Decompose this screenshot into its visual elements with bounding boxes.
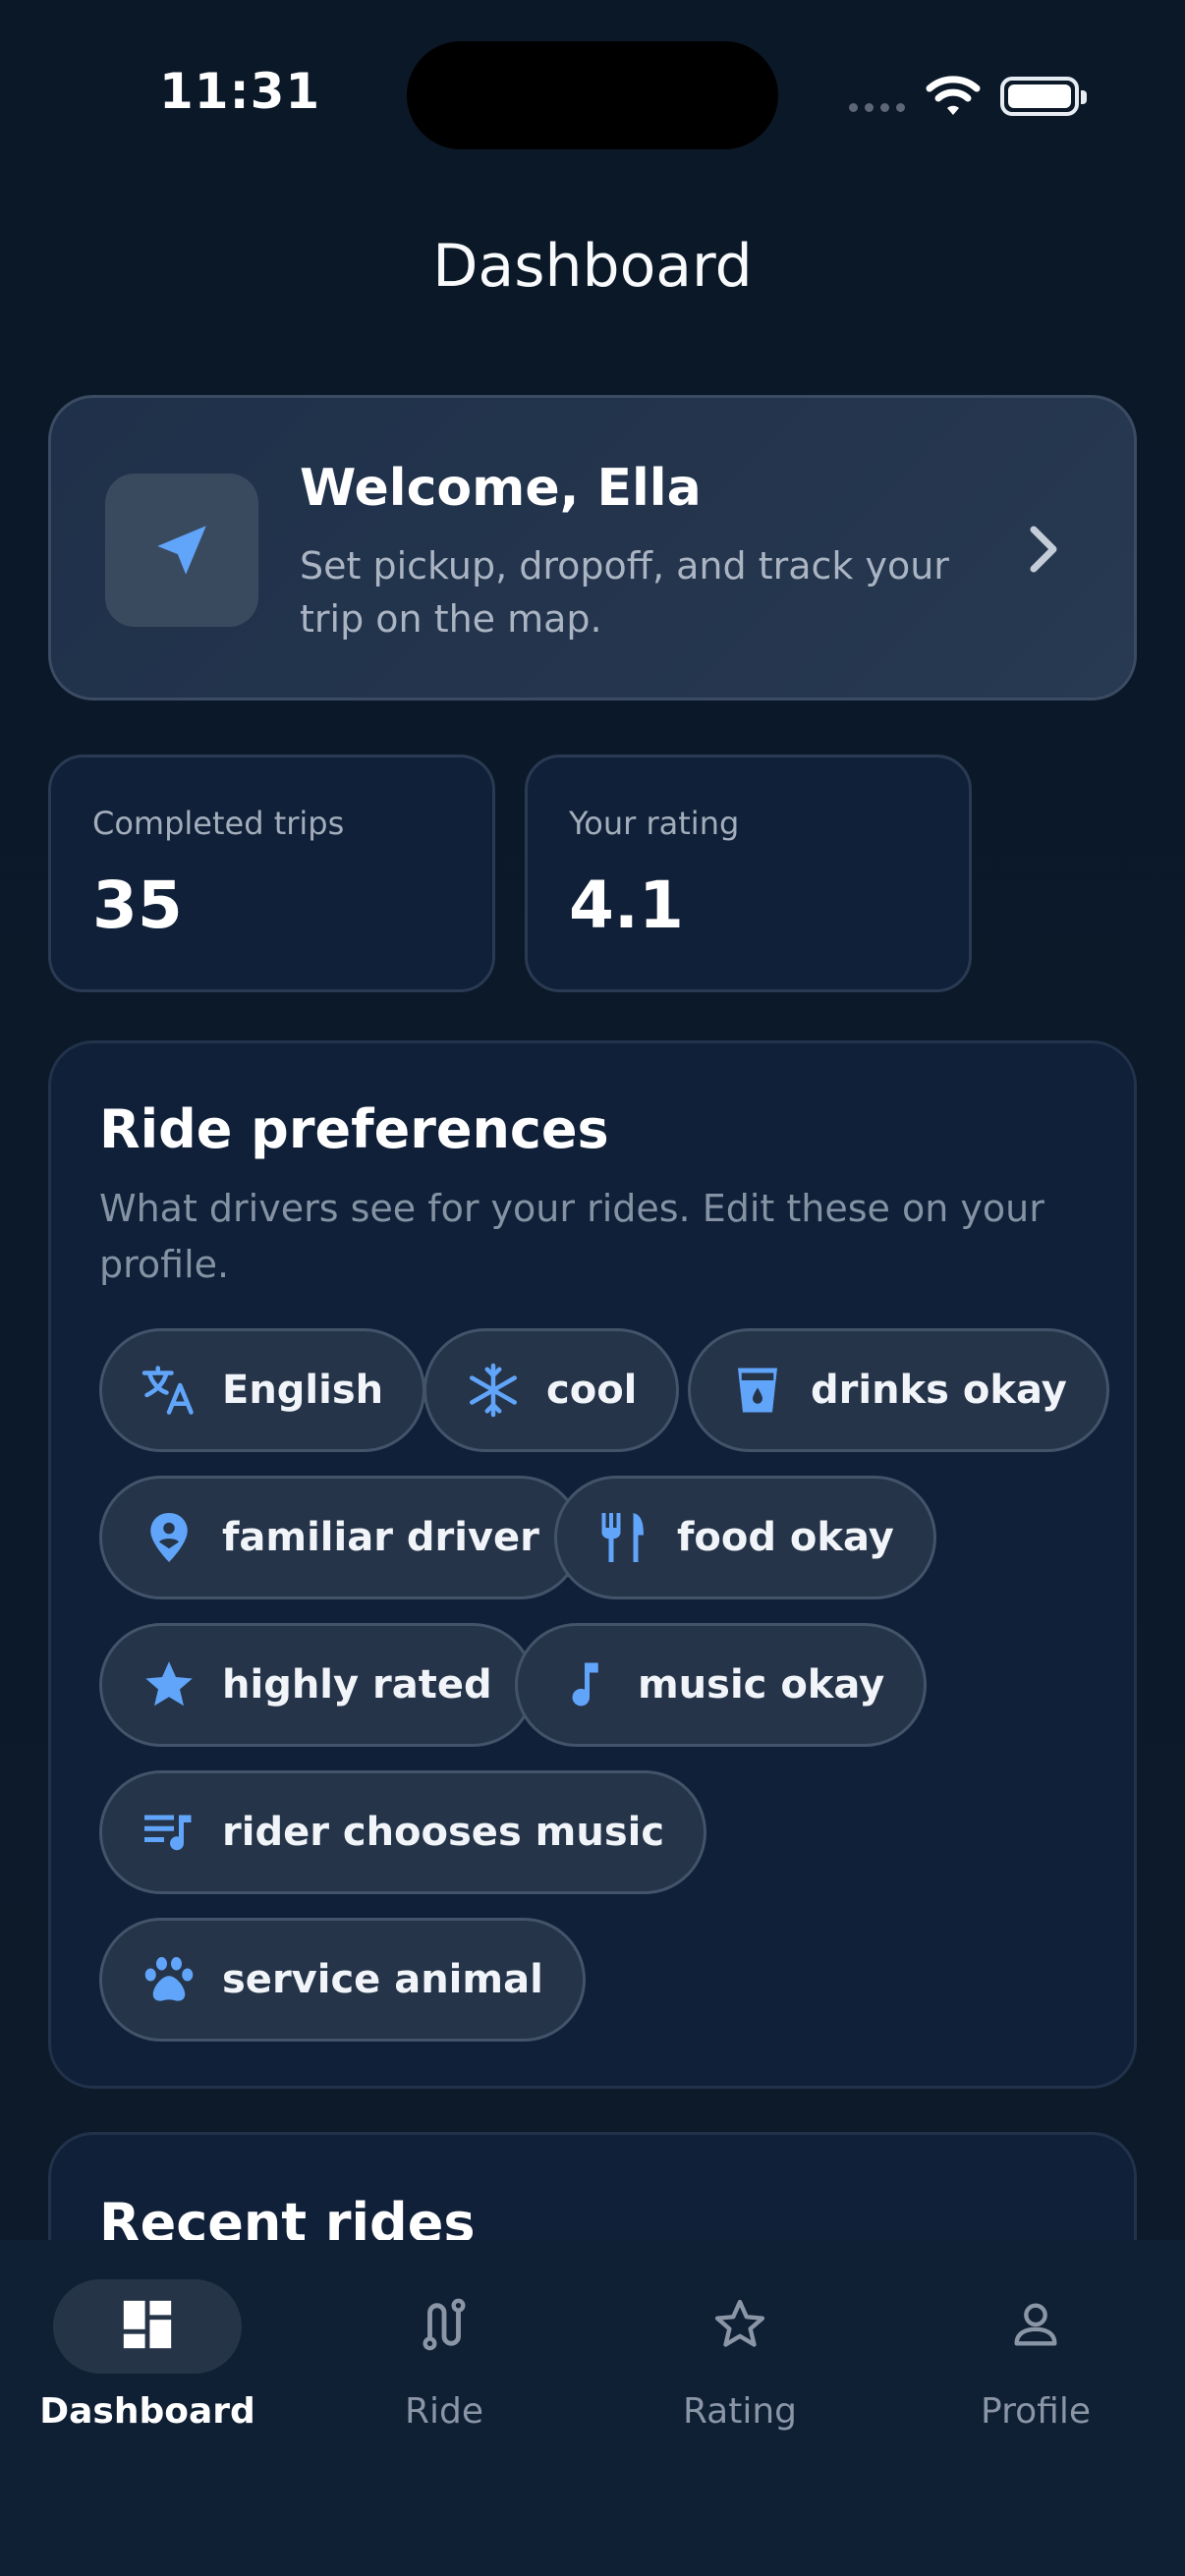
dashboard-icon (119, 2296, 176, 2357)
music-note-icon (555, 1655, 614, 1714)
route-icon (416, 2296, 473, 2357)
chip-label: music okay (638, 1662, 885, 1708)
tab-ride[interactable]: Ride (297, 2279, 592, 2446)
bottom-tab-bar: Dashboard Ride Rating Profile (0, 2240, 1185, 2576)
preferences-subtitle: What drivers see for your rides. Edit th… (99, 1187, 1044, 1286)
chip-highly-rated[interactable]: highly rated (99, 1623, 535, 1747)
star-icon (140, 1655, 198, 1714)
chip-english[interactable]: English (99, 1328, 426, 1452)
star-outline-icon (711, 2296, 768, 2357)
status-time: 11:31 (159, 63, 321, 120)
tab-label: Rating (682, 2391, 798, 2432)
tab-label: Profile (981, 2391, 1091, 2432)
stat-label: Your rating (569, 805, 740, 842)
tab-label: Dashboard (39, 2391, 255, 2432)
cup-icon (728, 1361, 787, 1420)
chip-cool[interactable]: cool (423, 1328, 680, 1452)
chip-label: drinks okay (811, 1368, 1067, 1413)
tab-dashboard[interactable]: Dashboard (0, 2279, 295, 2446)
welcome-title: Welcome, Ella (300, 459, 702, 518)
stat-rating: Your rating 4.1 (525, 755, 972, 992)
chip-music-okay[interactable]: music okay (515, 1623, 928, 1747)
cellular-signal-icon (849, 103, 905, 112)
navigation-arrow-icon (105, 474, 258, 627)
wifi-icon (926, 75, 981, 122)
chip-label: service animal (222, 1957, 543, 2002)
welcome-subtitle: Set pickup, dropoff, and track your trip… (300, 544, 949, 641)
playlist-icon (140, 1803, 198, 1862)
snowflake-icon (464, 1361, 523, 1420)
paw-icon (140, 1950, 198, 2009)
chip-label: cool (546, 1368, 638, 1413)
person-icon (1007, 2296, 1064, 2357)
stat-completed-trips: Completed trips 35 (48, 755, 495, 992)
preferences-title: Ride preferences (99, 1098, 609, 1160)
chip-drinks-okay[interactable]: drinks okay (688, 1328, 1109, 1452)
tab-rating[interactable]: Rating (592, 2279, 887, 2446)
chip-label: rider chooses music (222, 1810, 665, 1855)
chip-rider-chooses-music[interactable]: rider chooses music (99, 1770, 707, 1894)
chip-label: English (222, 1368, 384, 1413)
dashboard-screen: 11:31 Dashboard Welcome, Ella Set pickup… (0, 0, 1185, 2576)
chip-label: food okay (677, 1515, 894, 1560)
chip-label: familiar driver (222, 1515, 539, 1560)
page-title: Dashboard (432, 232, 753, 301)
utensils-icon (594, 1508, 653, 1567)
chip-familiar-driver[interactable]: familiar driver (99, 1476, 582, 1599)
chip-service-animal[interactable]: service animal (99, 1918, 586, 2042)
battery-icon (1000, 77, 1087, 116)
welcome-card[interactable]: Welcome, Ella Set pickup, dropoff, and t… (48, 395, 1137, 700)
dynamic-island (407, 41, 778, 149)
chevron-right-icon (1024, 524, 1063, 579)
chip-label: highly rated (222, 1662, 492, 1708)
tab-label: Ride (404, 2391, 483, 2432)
stat-label: Completed trips (92, 805, 345, 842)
stat-value: 35 (92, 868, 183, 943)
stat-value: 4.1 (569, 868, 684, 943)
translate-icon (140, 1361, 198, 1420)
ride-preferences-card: Ride preferences What drivers see for yo… (48, 1040, 1137, 2089)
tab-profile[interactable]: Profile (888, 2279, 1183, 2446)
person-pin-icon (140, 1508, 198, 1567)
chip-food-okay[interactable]: food okay (554, 1476, 936, 1599)
